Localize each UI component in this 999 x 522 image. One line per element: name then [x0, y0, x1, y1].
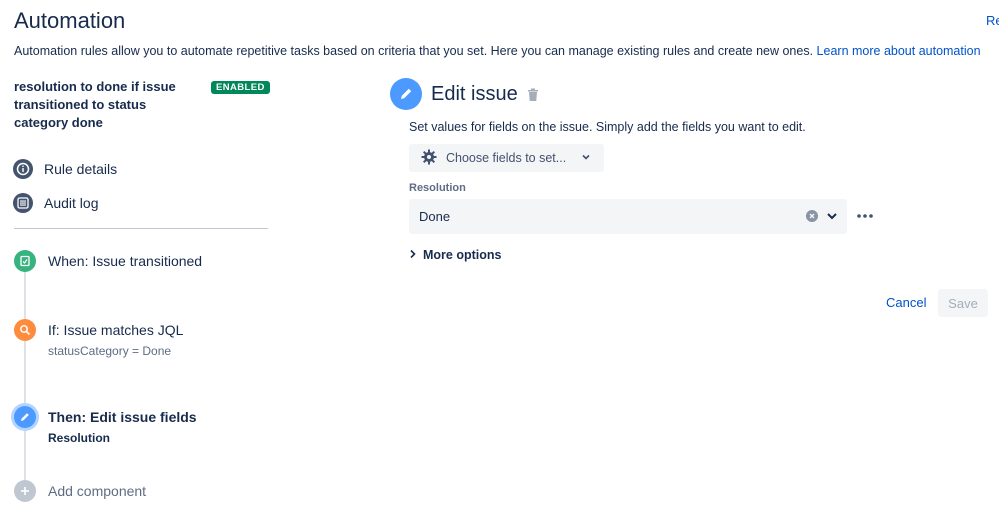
nav-rule-details[interactable]: Rule details — [13, 159, 117, 179]
intro-text: Automation rules allow you to automate r… — [14, 44, 814, 58]
step-condition[interactable]: If: Issue matches JQL statusCategory = D… — [14, 319, 183, 358]
editor-help-text: Set values for fields on the issue. Simp… — [409, 120, 806, 134]
editor-title: Edit issue — [431, 83, 518, 105]
more-options-toggle[interactable]: More options — [409, 248, 501, 262]
chevron-down-icon — [581, 151, 591, 165]
pencil-icon — [14, 406, 36, 428]
resolution-value: Done — [419, 209, 451, 224]
trash-icon[interactable] — [527, 88, 539, 107]
rule-name: resolution to done if issue transitioned… — [14, 79, 176, 130]
chevron-right-icon — [409, 248, 417, 262]
nav-rule-details-label: Rule details — [44, 161, 118, 177]
edit-issue-icon — [390, 78, 422, 110]
add-component-label: Add component — [48, 483, 147, 499]
top-right-link[interactable]: Re — [986, 13, 999, 28]
timeline-line — [24, 262, 26, 492]
resolution-select[interactable]: Done — [409, 199, 847, 234]
nav-audit-log[interactable]: Audit log — [13, 193, 98, 213]
gear-icon — [421, 149, 437, 168]
page-title: Automation — [14, 8, 126, 33]
nav-audit-log-label: Audit log — [44, 195, 99, 211]
step-trigger-title: When: Issue transitioned — [48, 253, 203, 269]
step-trigger[interactable]: When: Issue transitioned — [14, 250, 202, 272]
plus-icon — [14, 480, 36, 502]
choose-fields-button[interactable]: Choose fields to set... — [409, 144, 604, 172]
learn-more-link[interactable]: Learn more about automation — [817, 44, 981, 58]
add-component-button[interactable]: Add component — [14, 480, 146, 502]
cancel-button[interactable]: Cancel — [886, 295, 926, 310]
resolution-label: Resolution — [409, 182, 466, 194]
divider — [14, 228, 268, 229]
chevron-down-icon[interactable] — [825, 209, 839, 228]
step-condition-title: If: Issue matches JQL — [48, 322, 184, 338]
step-action-title: Then: Edit issue fields — [48, 409, 197, 425]
search-icon — [14, 319, 36, 341]
choose-fields-label: Choose fields to set... — [446, 151, 567, 165]
info-icon — [13, 159, 33, 179]
step-condition-subtitle: statusCategory = Done — [48, 344, 172, 358]
step-action[interactable]: Then: Edit issue fields Resolution — [14, 406, 197, 445]
save-button[interactable]: Save — [938, 289, 988, 317]
step-action-subtitle: Resolution — [48, 431, 110, 445]
list-icon — [13, 193, 33, 213]
trigger-icon — [14, 250, 36, 272]
more-actions-icon[interactable] — [856, 206, 874, 229]
status-badge: ENABLED — [211, 81, 270, 94]
more-options-label: More options — [423, 248, 502, 262]
intro-text-container: Automation rules allow you to automate r… — [14, 44, 981, 58]
clear-icon[interactable] — [806, 210, 818, 222]
